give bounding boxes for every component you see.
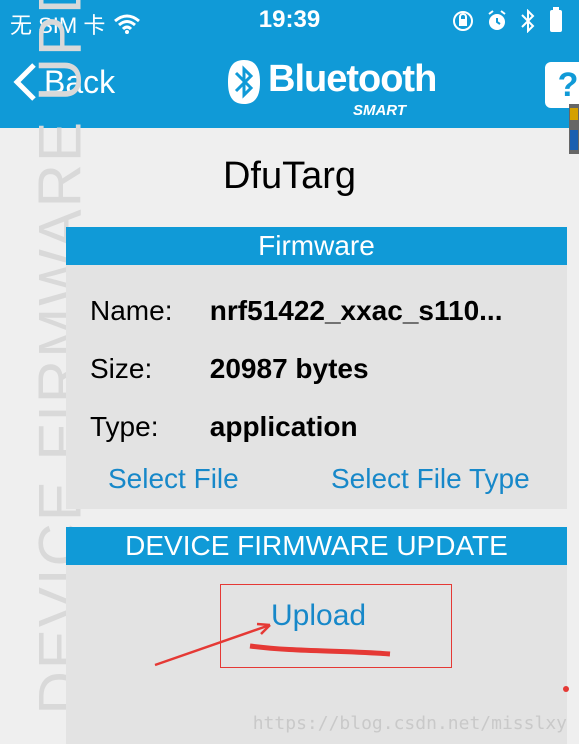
firmware-size-row: Size: 20987 bytes — [90, 353, 369, 385]
select-file-type-link[interactable]: Select File Type — [331, 463, 530, 495]
type-label: Type: — [90, 411, 159, 442]
type-value: application — [209, 411, 358, 442]
name-value: nrf51422_xxac_s110... — [209, 295, 503, 326]
annotation-arrow-icon — [154, 622, 391, 667]
firmware-name-row: Name: nrf51422_xxac_s110... — [90, 295, 502, 327]
bluetooth-icon — [521, 9, 535, 33]
help-button[interactable]: ? — [545, 62, 579, 108]
bluetooth-logo-icon — [228, 60, 260, 104]
watermark: https://blog.csdn.net/misslxy — [252, 713, 567, 734]
red-dot — [563, 686, 569, 692]
bluetooth-smart-logo: Bluetooth SMART — [226, 56, 437, 119]
battery-icon — [550, 7, 562, 32]
logo-subtext: SMART — [352, 102, 406, 119]
firmware-type-row: Type: application — [90, 411, 358, 443]
firmware-header: Firmware — [66, 227, 567, 265]
size-label: Size: — [90, 353, 153, 384]
firmware-panel: Firmware Name: nrf51422_xxac_s110... Siz… — [66, 227, 567, 509]
size-value: 20987 bytes — [209, 353, 369, 384]
side-thumbnail — [569, 104, 579, 154]
status-right — [451, 7, 565, 35]
device-firmware-update-header: DEVICE FIRMWARE UPDATE — [66, 527, 567, 565]
name-label: Name: — [90, 295, 173, 326]
rotation-lock-icon — [453, 11, 473, 31]
logo-wordmark: Bluetooth — [268, 58, 437, 100]
select-file-link[interactable]: Select File — [108, 463, 239, 495]
alarm-icon — [488, 10, 506, 30]
